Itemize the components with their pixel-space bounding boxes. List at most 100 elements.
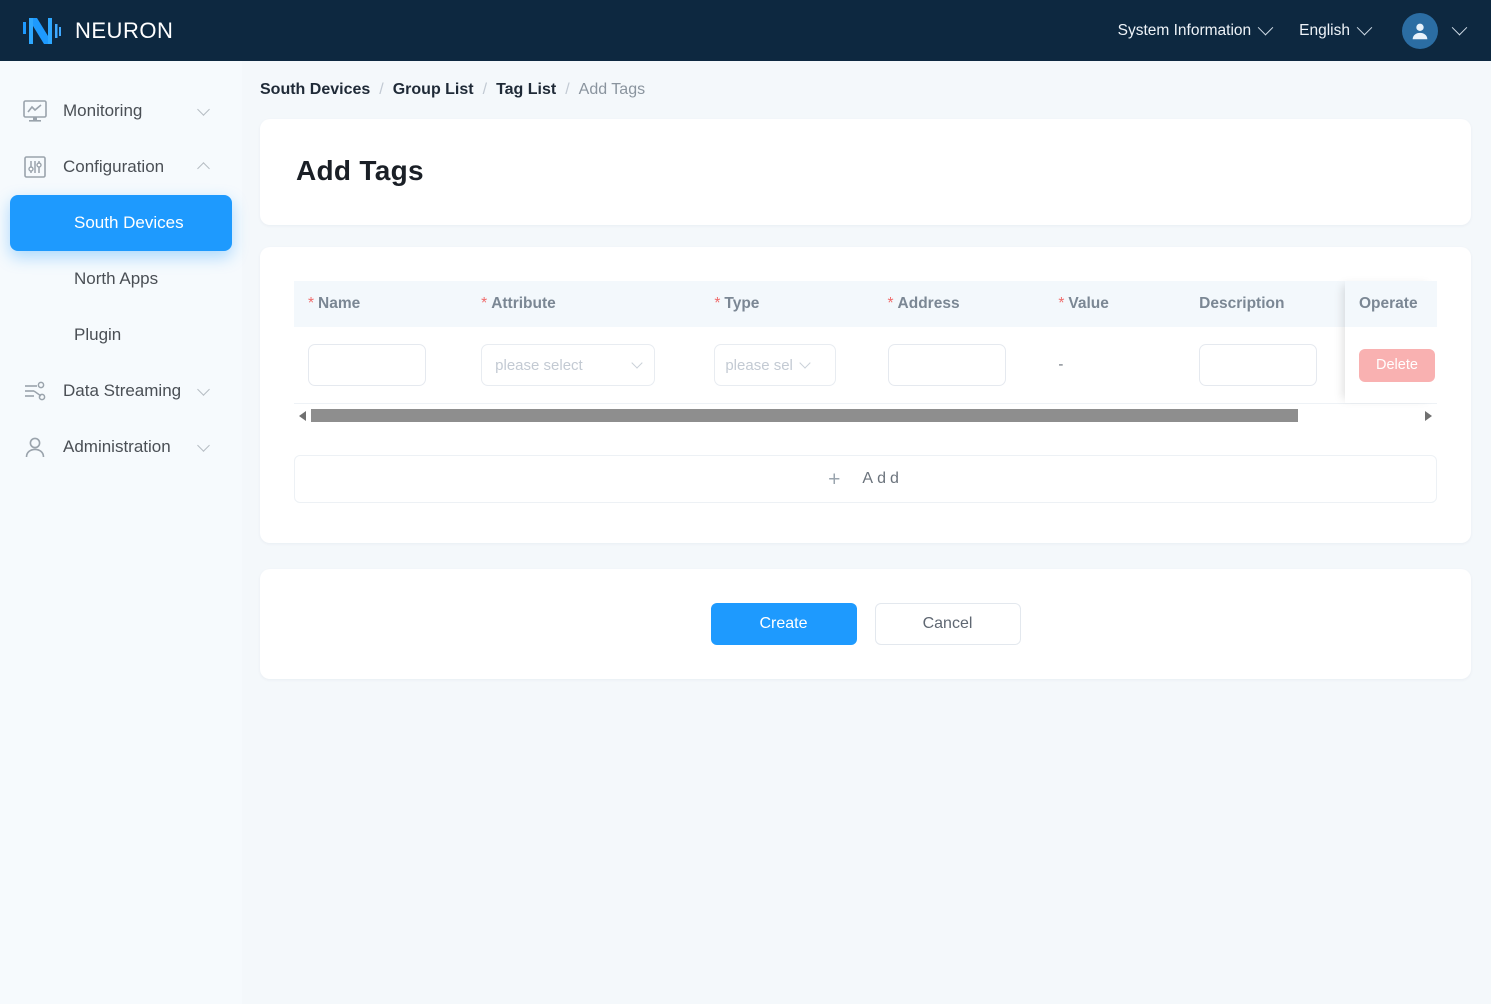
add-tag-row-button[interactable]: + Add bbox=[294, 455, 1437, 503]
type-select[interactable]: please sel bbox=[714, 344, 836, 386]
system-information-label: System Information bbox=[1118, 22, 1252, 40]
add-row-label: Add bbox=[862, 470, 902, 488]
cell-name bbox=[294, 327, 467, 403]
operate-cell: Delete bbox=[1345, 327, 1437, 403]
create-button[interactable]: Create bbox=[711, 603, 857, 645]
language-label: English bbox=[1299, 22, 1350, 40]
monitor-chart-icon bbox=[20, 96, 50, 126]
breadcrumb-separator: / bbox=[483, 81, 487, 99]
configuration-submenu: South Devices North Apps Plugin bbox=[0, 195, 242, 363]
cell-address bbox=[874, 327, 1045, 403]
sidebar-subitem-label: North Apps bbox=[74, 269, 158, 289]
column-label: Value bbox=[1068, 295, 1109, 312]
chevron-down-icon bbox=[799, 357, 810, 368]
sidebar-item-label: Configuration bbox=[63, 157, 199, 177]
column-header-address: *Address bbox=[874, 281, 1045, 327]
sidebar-item-south-devices[interactable]: South Devices bbox=[10, 195, 232, 251]
required-marker: * bbox=[888, 295, 894, 312]
value-placeholder-dash: - bbox=[1058, 356, 1063, 373]
form-actions-card: Create Cancel bbox=[260, 569, 1471, 679]
chevron-down-icon bbox=[197, 103, 210, 116]
chevron-down-icon bbox=[1357, 20, 1373, 36]
attribute-select[interactable]: please select bbox=[481, 344, 655, 386]
sliders-icon bbox=[20, 152, 50, 182]
sidebar-item-monitoring[interactable]: Monitoring bbox=[0, 83, 242, 139]
caret-left-icon bbox=[299, 411, 306, 421]
nav-group-monitoring: Monitoring bbox=[0, 83, 242, 139]
user-menu[interactable] bbox=[1384, 13, 1465, 49]
neuron-logo-icon bbox=[22, 14, 62, 48]
column-label: Type bbox=[724, 295, 759, 312]
main-content: South Devices / Group List / Tag List / … bbox=[242, 61, 1491, 1004]
breadcrumb-item-group-list[interactable]: Group List bbox=[393, 81, 474, 99]
required-marker: * bbox=[1058, 295, 1064, 312]
avatar[interactable] bbox=[1402, 13, 1438, 49]
chevron-up-icon bbox=[197, 162, 210, 175]
chevron-down-icon bbox=[197, 439, 210, 452]
breadcrumb-item-south-devices[interactable]: South Devices bbox=[260, 81, 370, 99]
tags-table-scroll-area[interactable]: *Name *Attribute *Type *Address *Value D… bbox=[294, 281, 1437, 403]
column-label: Address bbox=[898, 295, 960, 312]
operate-sticky-column: Operate Delete bbox=[1345, 281, 1437, 403]
scrollbar-thumb[interactable] bbox=[311, 409, 1298, 422]
sidebar-item-label: Monitoring bbox=[63, 101, 199, 121]
address-input[interactable] bbox=[888, 344, 1006, 386]
scroll-left-button[interactable] bbox=[294, 411, 311, 421]
column-header-description: Description bbox=[1185, 281, 1337, 327]
cell-type: please sel bbox=[700, 327, 873, 403]
nav-group-data-streaming: Data Streaming bbox=[0, 363, 242, 419]
delete-row-button[interactable]: Delete bbox=[1359, 349, 1435, 382]
cell-attribute: please select bbox=[467, 327, 700, 403]
chevron-down-icon bbox=[631, 357, 642, 368]
chevron-down-icon bbox=[1452, 20, 1468, 36]
sidebar-item-configuration[interactable]: Configuration bbox=[0, 139, 242, 195]
caret-right-icon bbox=[1425, 411, 1432, 421]
column-header-name: *Name bbox=[294, 281, 467, 327]
sidebar-subitem-label: South Devices bbox=[74, 213, 184, 233]
sidebar-item-plugin[interactable]: Plugin bbox=[10, 307, 232, 363]
description-input[interactable] bbox=[1199, 344, 1317, 386]
chevron-down-icon bbox=[197, 383, 210, 396]
sidebar-item-label: Administration bbox=[63, 437, 199, 457]
required-marker: * bbox=[714, 295, 720, 312]
sidebar-item-label: Data Streaming bbox=[63, 381, 199, 401]
cell-description bbox=[1185, 327, 1337, 403]
sidebar-item-administration[interactable]: Administration bbox=[0, 419, 242, 475]
column-label: Operate bbox=[1359, 295, 1418, 313]
page-title-card: Add Tags bbox=[260, 119, 1471, 225]
attribute-select-placeholder: please select bbox=[495, 357, 583, 374]
column-header-type: *Type bbox=[700, 281, 873, 327]
user-avatar-icon bbox=[1409, 20, 1431, 42]
table-header-row: *Name *Attribute *Type *Address *Value D… bbox=[294, 281, 1437, 327]
breadcrumb-separator: / bbox=[565, 81, 569, 99]
horizontal-scrollbar[interactable] bbox=[294, 403, 1437, 427]
required-marker: * bbox=[481, 295, 487, 312]
cancel-button[interactable]: Cancel bbox=[875, 603, 1021, 645]
breadcrumb-item-add-tags: Add Tags bbox=[579, 81, 645, 99]
brand-name: NEURON bbox=[75, 18, 173, 44]
language-menu[interactable]: English bbox=[1285, 22, 1384, 40]
system-information-menu[interactable]: System Information bbox=[1104, 22, 1286, 40]
brand[interactable]: NEURON bbox=[22, 14, 173, 48]
column-header-value: *Value bbox=[1044, 281, 1185, 327]
breadcrumb-separator: / bbox=[379, 81, 383, 99]
breadcrumb-item-tag-list[interactable]: Tag List bbox=[496, 81, 556, 99]
header-right-controls: System Information English bbox=[1104, 13, 1465, 49]
page-title: Add Tags bbox=[296, 155, 1435, 187]
sidebar-subitem-label: Plugin bbox=[74, 325, 121, 345]
plus-icon: + bbox=[828, 469, 840, 490]
scroll-right-button[interactable] bbox=[1420, 411, 1437, 421]
column-label: Description bbox=[1199, 295, 1284, 312]
scrollbar-track[interactable] bbox=[311, 409, 1420, 422]
sidebar-item-data-streaming[interactable]: Data Streaming bbox=[0, 363, 242, 419]
nav-group-configuration: Configuration South Devices North Apps P… bbox=[0, 139, 242, 363]
column-label: Attribute bbox=[491, 295, 556, 312]
required-marker: * bbox=[308, 295, 314, 312]
chevron-down-icon bbox=[1258, 20, 1274, 36]
name-input[interactable] bbox=[308, 344, 426, 386]
table-row: please select please sel bbox=[294, 327, 1437, 403]
sidebar-item-north-apps[interactable]: North Apps bbox=[10, 251, 232, 307]
top-header-bar: NEURON System Information English bbox=[0, 0, 1491, 61]
nav-group-administration: Administration bbox=[0, 419, 242, 475]
data-flow-icon bbox=[20, 376, 50, 406]
